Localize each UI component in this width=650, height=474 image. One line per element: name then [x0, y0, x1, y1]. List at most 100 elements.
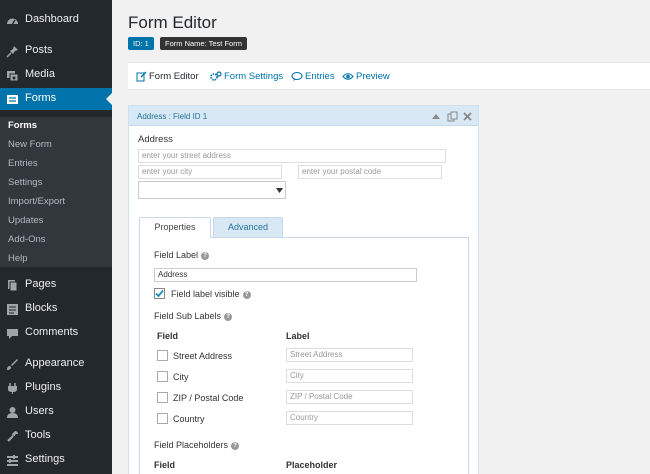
sub-field-name: ZIP / Postal Code	[173, 393, 244, 403]
submenu-settings[interactable]: Settings	[8, 177, 42, 192]
street-address-checkbox[interactable]	[157, 350, 168, 361]
sub-labels-heading-text: Field Sub Labels	[154, 311, 222, 321]
blocks-icon	[6, 303, 19, 316]
duplicate-icon[interactable]	[446, 110, 458, 122]
menu-forms[interactable]: Forms	[0, 88, 112, 110]
menu-label: Media	[25, 68, 55, 80]
label-visible-label: Field label visible	[171, 289, 240, 299]
form-settings-link[interactable]: Form Settings	[210, 71, 283, 82]
country-label-input[interactable]: Country	[286, 411, 413, 425]
field-panel-header[interactable]: Address : Field ID 1	[129, 106, 478, 126]
sub-labels-heading: Field Sub Labels?	[154, 311, 233, 321]
preview-link[interactable]: Preview	[342, 71, 390, 82]
submenu-import-export[interactable]: Import/Export	[8, 196, 65, 211]
label-visible-checkbox[interactable]	[154, 288, 165, 299]
properties-tab-body: Field Label? Address Field label visible…	[139, 237, 469, 474]
checkmark-icon	[155, 289, 164, 298]
country-checkbox[interactable]	[157, 413, 168, 424]
street-address-input[interactable]: enter your street address	[138, 149, 446, 163]
help-icon[interactable]: ?	[231, 441, 240, 450]
menu-tools[interactable]: Tools	[0, 425, 112, 447]
tab-advanced[interactable]: Advanced	[213, 217, 283, 237]
label-visible-text: Field label visible?	[171, 289, 251, 299]
form-editor-link[interactable]: Form Editor	[136, 71, 199, 82]
menu-posts[interactable]: Posts	[0, 40, 112, 62]
eye-icon	[342, 73, 354, 80]
menu-pages[interactable]: Pages	[0, 274, 112, 296]
sub-field-name: Country	[173, 414, 205, 424]
menu-plugins[interactable]: Plugins	[0, 377, 112, 399]
menu-label: Settings	[25, 453, 65, 465]
menu-settings[interactable]: Settings	[0, 449, 112, 471]
dashboard-icon	[6, 14, 19, 27]
form-settings-label: Form Settings	[224, 71, 284, 82]
col-field-header: Field	[157, 331, 179, 341]
postal-code-input[interactable]: enter your postal code	[298, 165, 442, 179]
menu-blocks[interactable]: Blocks	[0, 298, 112, 320]
field-label-heading-text: Field Label	[154, 250, 199, 260]
form-name-badge: Form Name: Test Form	[160, 37, 247, 50]
help-icon[interactable]: ?	[242, 290, 251, 299]
collapse-icon[interactable]	[430, 110, 442, 122]
help-icon[interactable]: ?	[224, 312, 233, 321]
forms-submenu: Forms New Form Entries Settings Import/E…	[0, 117, 112, 267]
settings-icon	[6, 454, 19, 467]
city-input[interactable]: enter your city	[138, 165, 282, 179]
brush-icon	[6, 358, 19, 371]
menu-label: Dashboard	[25, 13, 79, 25]
tab-properties[interactable]: Properties	[139, 217, 211, 238]
pages-icon	[6, 279, 19, 292]
comment-icon	[6, 327, 19, 340]
plug-icon	[6, 382, 19, 395]
media-icon	[6, 69, 19, 82]
submenu-new-form[interactable]: New Form	[8, 139, 52, 154]
submenu-help[interactable]: Help	[8, 253, 28, 268]
menu-label: Blocks	[25, 302, 58, 314]
placeholders-heading: Field Placeholders?	[154, 440, 240, 450]
field-label-heading: Field Label?	[154, 250, 210, 260]
menu-label: Users	[25, 405, 54, 417]
menu-users[interactable]: Users	[0, 401, 112, 423]
postal-code-checkbox[interactable]	[157, 392, 168, 403]
col-label-header: Label	[286, 331, 310, 341]
menu-comments[interactable]: Comments	[0, 322, 112, 344]
placeholders-heading-text: Field Placeholders	[154, 440, 229, 450]
menu-appearance[interactable]: Appearance	[0, 353, 112, 375]
menu-label: Pages	[25, 278, 57, 290]
user-icon	[6, 406, 19, 419]
submenu-updates[interactable]: Updates	[8, 215, 43, 230]
menu-media[interactable]: Media	[0, 64, 112, 86]
comment-icon	[291, 71, 303, 81]
field-panel: Address : Field ID 1 Address enter your …	[128, 105, 479, 474]
submenu-add-ons[interactable]: Add-Ons	[8, 234, 46, 249]
wrench-icon	[6, 430, 19, 443]
field-label-input[interactable]: Address	[154, 268, 417, 282]
field-preview-label: Address	[138, 134, 173, 145]
postal-code-label-input[interactable]: ZIP / Postal Code	[286, 390, 413, 404]
sub-field-name: City	[173, 372, 189, 382]
entries-link[interactable]: Entries	[291, 71, 335, 82]
menu-label: Plugins	[25, 381, 62, 393]
forms-icon	[6, 93, 19, 106]
submenu-forms[interactable]: Forms	[8, 120, 37, 135]
submenu-entries[interactable]: Entries	[8, 158, 38, 173]
form-editor-label: Form Editor	[149, 71, 199, 82]
sub-field-name: Street Address	[173, 351, 233, 361]
city-label-input[interactable]: City	[286, 369, 413, 383]
entries-label: Entries	[305, 71, 335, 82]
country-select[interactable]	[138, 181, 286, 199]
menu-label: Appearance	[25, 357, 85, 369]
city-checkbox[interactable]	[157, 371, 168, 382]
menu-label: Forms	[25, 92, 57, 104]
form-id-badge: ID: 1	[128, 37, 154, 50]
menu-label: Comments	[25, 326, 79, 338]
street-address-label-input[interactable]: Street Address	[286, 348, 413, 362]
admin-sidebar: Dashboard Posts Media Forms Forms New Fo…	[0, 0, 112, 474]
gears-icon	[210, 71, 222, 81]
edit-icon	[136, 71, 147, 82]
page-title: Form Editor	[128, 13, 217, 32]
menu-dashboard[interactable]: Dashboard	[0, 9, 112, 31]
help-icon[interactable]: ?	[201, 251, 210, 260]
delete-icon[interactable]	[461, 110, 473, 122]
pin-icon	[6, 45, 19, 58]
